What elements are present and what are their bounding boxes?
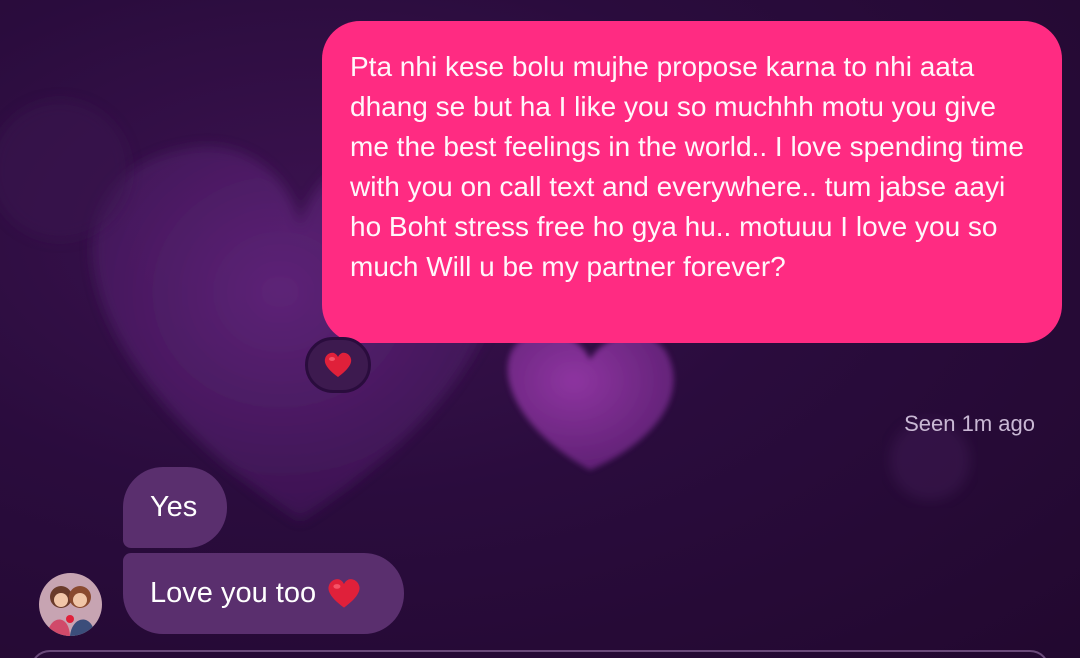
message-reaction[interactable]	[305, 337, 371, 393]
heart-icon	[324, 352, 352, 377]
incoming-message-bubble[interactable]: Yes	[123, 467, 227, 548]
outgoing-message-bubble[interactable]: Pta nhi kese bolu mujhe propose karna to…	[322, 21, 1062, 343]
incoming-message-bubble[interactable]: Love you too	[123, 553, 404, 634]
outgoing-message-text: Pta nhi kese bolu mujhe propose karna to…	[350, 51, 1024, 282]
avatar-image	[39, 573, 102, 636]
incoming-message-text: Yes	[150, 491, 198, 523]
incoming-message-text: Love you too	[150, 577, 317, 609]
seen-status: Seen 1m ago	[904, 411, 1035, 436]
message-input-bar[interactable]	[30, 650, 1050, 658]
avatar[interactable]	[39, 573, 102, 636]
heart-icon	[326, 577, 362, 610]
